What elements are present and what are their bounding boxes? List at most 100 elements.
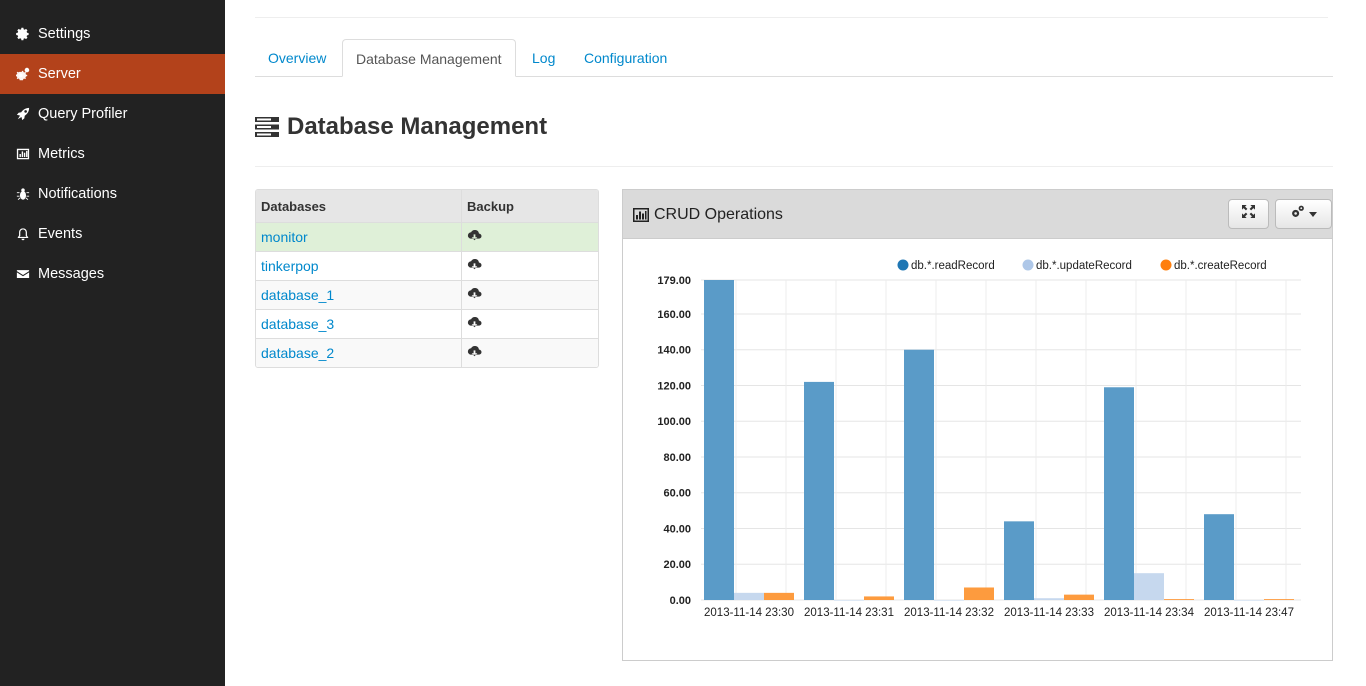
bar <box>1264 599 1294 600</box>
bar <box>1104 387 1134 600</box>
legend-swatch <box>897 259 909 271</box>
x-tick-label: 2013-11-14 23:34 <box>1104 607 1195 619</box>
tab-database-management[interactable]: Database Management <box>342 39 516 77</box>
database-link[interactable]: database_3 <box>261 316 334 332</box>
settings-dropdown-button[interactable] <box>1275 199 1332 229</box>
cloud-download-icon[interactable] <box>467 258 482 274</box>
server-stack-icon <box>255 116 279 138</box>
legend-label: db.*.updateRecord <box>1036 260 1132 272</box>
sidebar-item-server[interactable]: Server <box>0 54 225 94</box>
fullscreen-button[interactable] <box>1228 199 1269 229</box>
bar <box>964 587 994 600</box>
sidebar-item-label: Query Profiler <box>38 106 128 122</box>
tab-configuration[interactable]: Configuration <box>571 39 680 77</box>
sidebar-item-metrics[interactable]: Metrics <box>0 134 225 174</box>
bell-icon <box>15 226 31 242</box>
cloud-download-icon[interactable] <box>467 287 482 303</box>
y-tick-label: 100.00 <box>657 416 691 428</box>
legend-swatch <box>1022 259 1034 271</box>
table-header: Databases Backup <box>256 190 598 222</box>
tab-log[interactable]: Log <box>519 39 568 77</box>
y-tick-label: 0.00 <box>670 595 691 607</box>
cloud-download-icon[interactable] <box>467 345 482 361</box>
y-tick-label: 40.00 <box>663 523 691 535</box>
y-tick-label: 60.00 <box>663 488 691 500</box>
gears-icon <box>15 66 31 82</box>
table-row: tinkerpop <box>256 251 598 280</box>
rocket-icon <box>15 106 31 122</box>
x-tick-label: 2013-11-14 23:32 <box>904 607 994 619</box>
y-tick-label: 20.00 <box>663 559 691 571</box>
legend-label: db.*.readRecord <box>911 260 995 272</box>
bar <box>1064 594 1094 600</box>
panel-header: CRUD Operations <box>623 190 1332 239</box>
bar <box>1204 514 1234 600</box>
y-tick-label: 179.00 <box>657 275 691 287</box>
gear-icon <box>15 26 31 42</box>
crud-operations-panel: CRUD Operations 0.00 20.00 40.00 60.00 80.00… <box>622 189 1333 661</box>
bar <box>1164 599 1194 600</box>
bar-chart-icon <box>15 146 31 162</box>
bar <box>804 381 834 600</box>
x-tick-label: 2013-11-14 23:47 <box>1204 607 1294 619</box>
cloud-download-icon[interactable] <box>467 229 482 245</box>
database-link[interactable]: monitor <box>261 229 308 245</box>
bar <box>704 280 734 600</box>
bar <box>904 349 934 600</box>
tab-overview[interactable]: Overview <box>255 39 339 77</box>
expand-icon <box>1242 205 1255 223</box>
caret-down-icon <box>1309 211 1317 217</box>
cloud-download-icon[interactable] <box>467 316 482 332</box>
table-row: database_3 <box>256 309 598 338</box>
bar <box>864 596 894 600</box>
page-title: Database Management <box>255 112 547 142</box>
column-header-backup: Backup <box>467 198 514 214</box>
divider <box>255 17 1328 18</box>
database-link[interactable]: database_1 <box>261 287 334 303</box>
bar <box>1234 600 1264 601</box>
bar <box>1034 598 1064 600</box>
sidebar-item-label: Notifications <box>38 186 117 202</box>
bar <box>934 600 964 601</box>
x-tick-label: 2013-11-14 23:33 <box>1004 607 1094 619</box>
sidebar-item-label: Events <box>38 226 83 242</box>
table-row: monitor <box>256 222 598 251</box>
bar <box>1134 573 1164 600</box>
envelope-icon <box>15 266 31 282</box>
database-link[interactable]: tinkerpop <box>261 258 319 274</box>
page-title-text: Database Management <box>287 113 548 140</box>
sidebar-item-label: Metrics <box>38 146 85 162</box>
sidebar-item-messages[interactable]: Messages <box>0 254 225 294</box>
sidebar-item-label: Messages <box>38 266 105 282</box>
main-content: Overview Database Management Log Configu… <box>255 0 1333 686</box>
sidebar-item-query-profiler[interactable]: Query Profiler <box>0 94 225 134</box>
bar <box>834 600 864 601</box>
divider <box>255 166 1333 167</box>
crud-bar-chart: 0.00 20.00 40.00 60.00 80.00 100.00 120.00 140.… <box>657 259 1301 619</box>
sidebar-item-label: Settings <box>38 26 91 42</box>
bar <box>764 592 794 600</box>
x-tick-label: 2013-11-14 23:30 <box>704 607 794 619</box>
table-row: database_1 <box>256 280 598 309</box>
gears-icon <box>1290 204 1305 224</box>
y-tick-label: 160.00 <box>657 309 691 321</box>
bug-icon <box>15 186 31 202</box>
sidebar-item-notifications[interactable]: Notifications <box>0 174 225 214</box>
y-tick-label: 80.00 <box>663 452 691 464</box>
sidebar: Settings Server Query Profiler Metrics N… <box>0 0 225 686</box>
y-tick-label: 140.00 <box>657 345 691 357</box>
panel-title: CRUD Operations <box>633 190 783 239</box>
crud-chart: 0.00 20.00 40.00 60.00 80.00 100.00 120.00 140.… <box>623 240 1332 660</box>
legend-label: db.*.createRecord <box>1174 260 1267 272</box>
database-link[interactable]: database_2 <box>261 345 334 361</box>
sidebar-item-settings[interactable]: Settings <box>0 14 225 54</box>
databases-table: Databases Backup monitor tinkerpop datab… <box>255 189 599 368</box>
legend-swatch <box>1160 259 1172 271</box>
sidebar-item-events[interactable]: Events <box>0 214 225 254</box>
column-header-databases: Databases <box>256 190 462 222</box>
panel-title-text: CRUD Operations <box>654 205 783 223</box>
bar <box>734 592 764 600</box>
sidebar-item-label: Server <box>38 66 81 82</box>
table-row: database_2 <box>256 338 598 367</box>
tab-bar: Overview Database Management Log Configu… <box>255 39 1333 77</box>
